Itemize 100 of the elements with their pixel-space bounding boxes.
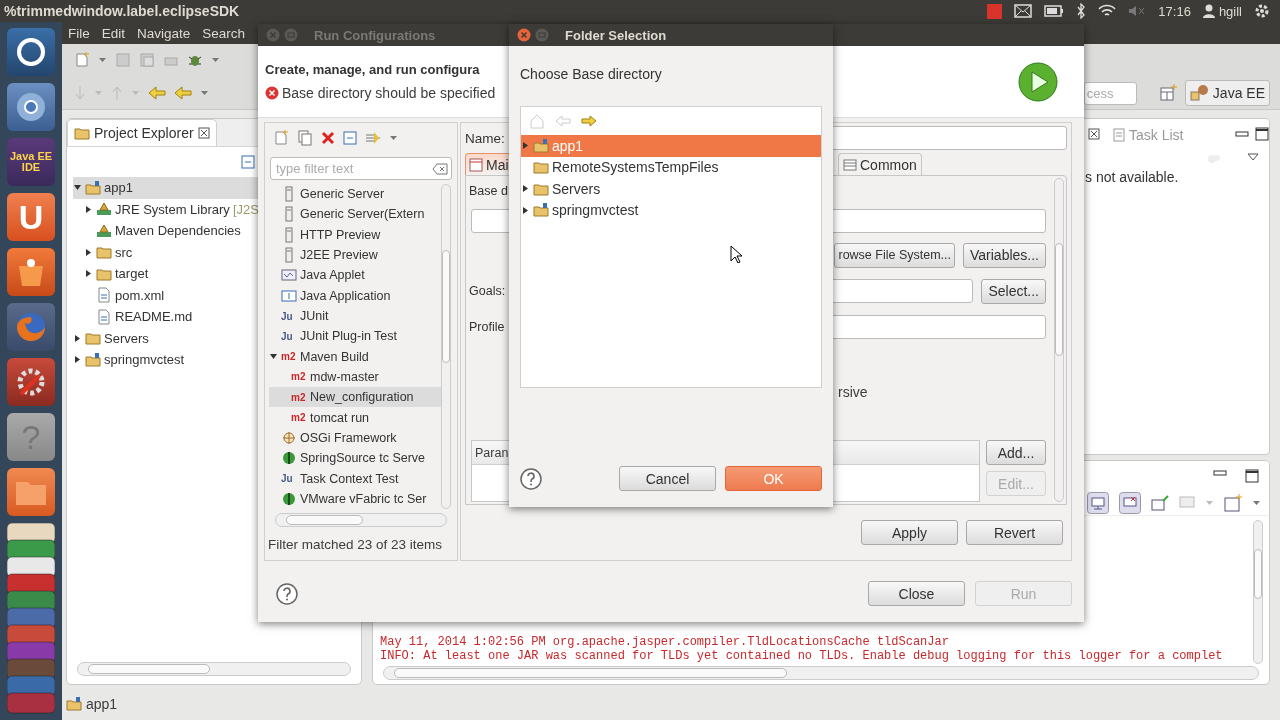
menu-item[interactable]: Search — [202, 25, 246, 41]
checkbox-label[interactable]: rsive — [836, 384, 1054, 400]
caret-icon[interactable] — [1205, 499, 1214, 507]
tree-item[interactable]: m2 New_configuration — [269, 387, 441, 408]
expand-arrow-icon[interactable] — [521, 205, 530, 215]
tree-item[interactable]: VMware vFabric tc Ser — [269, 488, 441, 509]
horizontal-scrollbar[interactable] — [383, 666, 1259, 680]
user-icon[interactable] — [1202, 4, 1215, 18]
minimize-icon[interactable] — [1235, 130, 1249, 138]
gear-icon[interactable] — [1254, 3, 1270, 19]
collapse-all-icon[interactable] — [343, 131, 357, 145]
tree-item[interactable]: Generic Server(Extern — [269, 204, 441, 225]
expand-arrow-icon[interactable] — [73, 333, 82, 343]
perspective-button[interactable]: Java EE — [1184, 80, 1270, 106]
tree-item[interactable]: m2 mdw-master — [269, 366, 441, 388]
tree-item[interactable]: Java Application — [269, 285, 441, 306]
clear-icon[interactable] — [432, 162, 448, 175]
expand-arrow-icon[interactable] — [84, 204, 93, 214]
new-console-icon[interactable] — [1224, 494, 1242, 512]
expand-arrow-icon[interactable] — [73, 183, 82, 193]
open-perspective-icon[interactable] — [1158, 84, 1177, 102]
tab[interactable]: Common — [838, 153, 922, 175]
button[interactable]: Revert — [966, 520, 1063, 545]
menu-item[interactable]: Navigate — [137, 25, 191, 41]
tree-item[interactable]: Ju JUnit Plug-in Test — [269, 326, 441, 347]
tree-item[interactable]: springmvctest — [521, 199, 821, 221]
clock[interactable]: 17:16 — [1158, 3, 1191, 19]
expand-arrow-icon[interactable] — [269, 352, 278, 362]
gear-icon[interactable]: Java EE IDE — [7, 138, 55, 186]
view-menu-icon[interactable] — [1247, 153, 1259, 161]
close-icon[interactable] — [197, 127, 210, 139]
filter-icon[interactable] — [365, 131, 381, 145]
horizontal-scrollbar[interactable] — [275, 513, 447, 527]
view-tab[interactable]: Project Explorer — [67, 119, 217, 146]
button[interactable]: rowse File System... — [834, 242, 955, 268]
close-icon[interactable] — [517, 28, 531, 42]
caret-icon[interactable] — [200, 89, 209, 97]
monitor-icon[interactable] — [1087, 492, 1109, 514]
help-icon[interactable] — [276, 582, 298, 605]
caret-icon[interactable] — [1252, 499, 1261, 507]
tree-item[interactable]: HTTP Preview — [269, 224, 441, 245]
forward-arrow-icon[interactable] — [581, 113, 597, 129]
caret-icon[interactable] — [211, 56, 220, 64]
tree-item[interactable]: Servers — [521, 178, 821, 200]
expand-arrow-icon[interactable] — [84, 247, 93, 257]
caret-icon[interactable] — [389, 134, 398, 142]
tree-item[interactable]: OSGi Framework — [269, 427, 441, 449]
user-name[interactable]: hgill — [1218, 3, 1242, 19]
tree-item[interactable]: SpringSource tc Serve — [269, 448, 441, 469]
filter-field[interactable]: type filter text — [270, 157, 452, 180]
mail-icon[interactable] — [1014, 4, 1033, 18]
bluetooth-icon[interactable] — [1076, 3, 1087, 19]
collapse-all-icon[interactable] — [241, 155, 255, 169]
tree-item[interactable]: Ju JUnit — [269, 305, 441, 327]
new-file-icon[interactable] — [74, 52, 90, 68]
button[interactable]: Select... — [981, 278, 1046, 304]
tab[interactable]: Mai — [465, 153, 512, 175]
left-arrow-icon[interactable] — [174, 86, 192, 100]
maximize-icon[interactable] — [1245, 469, 1259, 483]
delete-icon[interactable] — [321, 131, 335, 145]
bag-icon[interactable] — [7, 248, 55, 296]
wrench-icon[interactable] — [7, 358, 55, 406]
wifi-icon[interactable] — [1098, 4, 1117, 18]
tree-item[interactable]: m2 Maven Build — [269, 346, 441, 367]
close-icon[interactable] — [1088, 128, 1100, 140]
folder-icon[interactable] — [7, 468, 55, 516]
button[interactable]: Cancel — [619, 466, 716, 491]
expand-arrow-icon[interactable] — [521, 184, 530, 194]
tree-item[interactable]: Java Applet — [269, 265, 441, 286]
button[interactable]: Add... — [986, 440, 1046, 465]
button[interactable]: Apply — [861, 520, 958, 545]
help-icon[interactable] — [520, 467, 542, 490]
battery-icon[interactable] — [1044, 5, 1065, 17]
quick-access-field[interactable]: cess — [1083, 81, 1137, 105]
caret-icon[interactable] — [98, 56, 107, 64]
indicator-icon[interactable] — [987, 3, 1003, 19]
filter-input[interactable]: type filter text — [274, 158, 432, 179]
menu-item[interactable]: Edit — [101, 25, 126, 41]
globe-icon[interactable] — [7, 303, 55, 351]
monitor-remove-icon[interactable] — [1119, 492, 1141, 514]
button[interactable]: Variables... — [963, 242, 1046, 268]
button[interactable]: Close — [868, 581, 965, 606]
maximize-icon[interactable] — [1255, 127, 1269, 141]
expand-arrow-icon[interactable] — [73, 355, 82, 365]
vertical-scrollbar[interactable] — [1253, 520, 1263, 664]
duplicate-icon[interactable] — [297, 130, 313, 146]
horizontal-scrollbar[interactable] — [77, 662, 351, 676]
menu-item[interactable]: File — [68, 25, 90, 41]
new-config-icon[interactable] — [273, 130, 289, 146]
pin-icon[interactable] — [1151, 495, 1169, 511]
tree-item[interactable]: RemoteSystemsTempFiles — [521, 156, 821, 178]
expand-arrow-icon[interactable] — [84, 269, 93, 279]
left-arrow-icon[interactable] — [148, 86, 166, 100]
minimize-icon[interactable] — [1213, 469, 1227, 477]
tree-item[interactable]: Ju Task Context Test — [269, 468, 441, 489]
muted-speaker-icon[interactable] — [1128, 5, 1147, 17]
tree-item[interactable]: m2 tomcat run — [269, 407, 441, 428]
tree-item[interactable]: J2EE Preview — [269, 244, 441, 266]
vertical-scrollbar[interactable] — [441, 184, 451, 509]
vertical-scrollbar[interactable] — [1054, 178, 1064, 502]
